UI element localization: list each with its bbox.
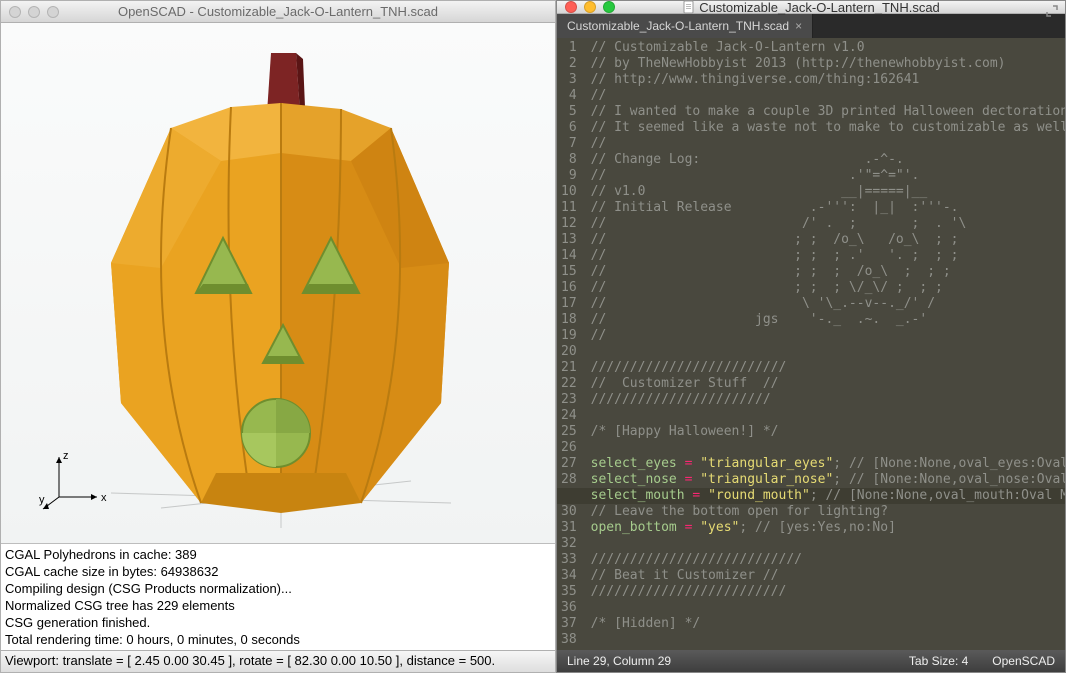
editor-window: Customizable_Jack-O-Lantern_TNH.scad Cus…	[556, 0, 1066, 673]
console-line: Normalized CSG tree has 229 elements	[5, 597, 551, 614]
svg-text:y: y	[39, 494, 45, 506]
left-titlebar[interactable]: OpenSCAD - Customizable_Jack-O-Lantern_T…	[1, 1, 555, 23]
line-gutter: 1 2 3 4 5 6 7 8 9 10 11 12 13 14 15 16 1…	[557, 38, 585, 650]
axes-gizmo: x z y	[39, 449, 109, 519]
console-output[interactable]: CGAL Polyhedrons in cache: 389 CGAL cach…	[1, 543, 555, 650]
openscad-window: OpenSCAD - Customizable_Jack-O-Lantern_T…	[0, 0, 556, 673]
minimize-icon[interactable]	[28, 6, 40, 18]
close-icon[interactable]	[9, 6, 21, 18]
zoom-icon[interactable]	[603, 1, 615, 13]
3d-viewport[interactable]: x z y	[1, 23, 555, 543]
console-line: Total rendering time: 0 hours, 0 minutes…	[5, 631, 551, 648]
editor-status-bar: Line 29, Column 29 Tab Size: 4 OpenSCAD	[557, 650, 1065, 672]
traffic-lights	[557, 1, 615, 13]
maximize-icon[interactable]	[1045, 4, 1059, 18]
document-icon	[682, 0, 696, 14]
code-editor[interactable]: 1 2 3 4 5 6 7 8 9 10 11 12 13 14 15 16 1…	[557, 38, 1065, 650]
zoom-icon[interactable]	[47, 6, 59, 18]
minimize-icon[interactable]	[584, 1, 596, 13]
close-icon[interactable]	[565, 1, 577, 13]
svg-text:z: z	[63, 450, 69, 462]
window-title: OpenSCAD - Customizable_Jack-O-Lantern_T…	[1, 4, 555, 19]
close-tab-icon[interactable]: ×	[795, 19, 802, 33]
code-area[interactable]: // Customizable Jack-O-Lantern v1.0 // b…	[585, 38, 1065, 650]
tab-bar: Customizable_Jack-O-Lantern_TNH.scad ×	[557, 14, 1065, 38]
tab-label: Customizable_Jack-O-Lantern_TNH.scad	[567, 19, 789, 33]
viewport-status: Viewport: translate = [ 2.45 0.00 30.45 …	[1, 650, 555, 672]
console-line: CSG generation finished.	[5, 614, 551, 631]
cursor-position[interactable]: Line 29, Column 29	[567, 654, 671, 668]
tab-file[interactable]: Customizable_Jack-O-Lantern_TNH.scad ×	[557, 14, 813, 38]
console-line: CGAL cache size in bytes: 64938632	[5, 563, 551, 580]
console-line: CGAL Polyhedrons in cache: 389	[5, 546, 551, 563]
tab-size[interactable]: Tab Size: 4	[909, 654, 968, 668]
pumpkin-render	[51, 33, 491, 543]
syntax-mode[interactable]: OpenSCAD	[992, 654, 1055, 668]
console-line: Compiling design (CSG Products normaliza…	[5, 580, 551, 597]
window-title: Customizable_Jack-O-Lantern_TNH.scad	[557, 0, 1065, 15]
right-titlebar[interactable]: Customizable_Jack-O-Lantern_TNH.scad	[557, 1, 1065, 14]
traffic-lights	[1, 6, 59, 18]
svg-text:x: x	[101, 492, 107, 504]
